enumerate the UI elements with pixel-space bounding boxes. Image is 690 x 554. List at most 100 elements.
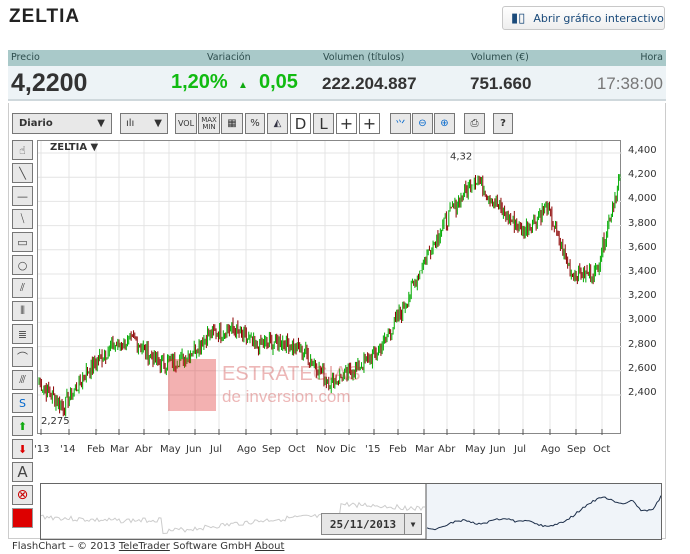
y-tick-label: 4,400: [628, 145, 657, 156]
d-button[interactable]: D: [290, 113, 311, 134]
zoom-out-button[interactable]: ⊖: [412, 113, 433, 134]
y-tick-label: 2,800: [628, 338, 657, 350]
fibonacci-horizontal-tool[interactable]: ≣: [12, 324, 33, 344]
teletrader-link[interactable]: TeleTrader: [119, 541, 170, 552]
hdr-hora: Hora: [640, 52, 663, 63]
crosshair-l-button[interactable]: +: [359, 113, 380, 134]
x-tick-label: Abr: [438, 444, 456, 455]
circle-icon: ○: [17, 258, 28, 272]
color-picker[interactable]: [12, 508, 33, 528]
zoom-in-button[interactable]: ⊕: [434, 113, 455, 134]
text-tool[interactable]: A: [12, 462, 33, 482]
x-tick-label: Feb: [87, 444, 105, 455]
maxmin-button[interactable]: MAX MIN: [198, 113, 220, 134]
add-indicator-button[interactable]: ⺍: [390, 113, 411, 134]
x-tick-label: Dic: [340, 444, 356, 455]
volume-eur: 751.660: [470, 74, 532, 93]
printer-icon: ⎙: [470, 118, 479, 129]
delete-tool[interactable]: ⊗: [12, 485, 33, 505]
y-tick-label: 3,200: [628, 290, 657, 302]
fan-tool[interactable]: ⫽: [12, 278, 33, 298]
buy-arrow-tool[interactable]: ⬆: [12, 416, 33, 436]
x-tick-label: Abr: [135, 444, 153, 455]
parallel-tool[interactable]: ⫻: [12, 370, 33, 390]
x-tick-label: Mar: [110, 444, 129, 455]
dropdown-icon: ▼: [154, 118, 162, 129]
hand-tool[interactable]: ☝: [12, 140, 33, 160]
dropdown-icon: ▼: [97, 118, 105, 129]
s-icon: S: [19, 396, 26, 410]
area-button[interactable]: ◭: [267, 113, 288, 134]
chart-type-select[interactable]: ılı ▼: [120, 113, 168, 134]
navigator[interactable]: 25/11/2013 ▼: [40, 483, 662, 540]
open-interactive-chart-button[interactable]: ▮▯ Abrir gráfico interactivo: [502, 6, 665, 30]
hand-icon: ☝: [19, 143, 26, 157]
hdr-vol-eur: Volumen (€): [471, 52, 529, 63]
parallel-icon: ⫻: [19, 373, 26, 386]
candlestick-icon: ▮▯: [511, 10, 526, 26]
horizontal-line-tool[interactable]: —: [12, 186, 33, 206]
x-tick-label: Feb: [389, 444, 407, 455]
x-tick-label: '14: [60, 444, 76, 455]
hdr-variacion: Variación: [207, 52, 251, 63]
grid-button[interactable]: ▦: [221, 113, 243, 134]
y-tick-label: 2,600: [628, 362, 657, 374]
volume-button[interactable]: VOL: [175, 113, 197, 134]
indicator-icon: ⺍: [395, 120, 406, 131]
line-tool[interactable]: ╲: [12, 163, 33, 183]
about-link[interactable]: About: [255, 541, 285, 552]
print-button[interactable]: ⎙: [464, 113, 485, 134]
x-tick-label: Nov: [316, 444, 336, 455]
watermark-logo: [168, 359, 216, 411]
footer: FlashChart – © 2013 TeleTrader Software …: [12, 541, 284, 552]
zoom-out-icon: ⊖: [418, 118, 427, 129]
change-pct: 1,20%: [171, 71, 228, 93]
channel-icon: ⧹: [20, 212, 25, 225]
regression-tool[interactable]: S: [12, 393, 33, 413]
navigator-selection: [426, 484, 661, 539]
navigator-date-select[interactable]: 25/11/2013 ▼: [321, 513, 422, 535]
period-value: Diario: [19, 118, 53, 129]
volume-shares: 222.204.887: [322, 74, 417, 93]
dropdown-icon: ▼: [410, 519, 416, 529]
x-tick-label: Ago: [541, 444, 561, 455]
x-tick-label: '15: [365, 444, 381, 455]
x-tick-label: Sep: [262, 444, 281, 455]
price: 4,2200: [11, 69, 88, 97]
x-tick-label: Mar: [415, 444, 434, 455]
x-tick-label: Jul: [210, 444, 223, 455]
fibonacci-vertical-tool[interactable]: ⦀: [12, 301, 33, 321]
arc-tool[interactable]: ⌒: [12, 347, 33, 367]
percent-button[interactable]: %: [245, 113, 265, 134]
x-tick-label: Ago: [237, 444, 257, 455]
watermark-text: ESTRATEGIAS de inversion.com: [222, 362, 361, 406]
sell-arrow-tool[interactable]: ⬇: [12, 439, 33, 459]
x-tick-label: Jun: [186, 444, 202, 455]
y-tick-label: 3,000: [628, 314, 657, 326]
hdr-vol-titulos: Volumen (títulos): [323, 52, 405, 63]
price-chart[interactable]: 4,32 2,275 ZELTIA ▼ ESTRATEGIAS de inversi…: [37, 140, 622, 435]
footer-company: Software GmbH: [173, 541, 252, 552]
navigator-date: 25/11/2013: [322, 514, 405, 534]
help-button[interactable]: ?: [493, 113, 513, 134]
up-arrow-icon: ▲: [238, 80, 248, 91]
chart-symbol-menu[interactable]: ZELTIA ▼: [50, 142, 98, 153]
l-button[interactable]: L: [313, 113, 334, 134]
watermark: ESTRATEGIAS de inversion.com: [168, 359, 372, 411]
rectangle-tool[interactable]: ▭: [12, 232, 33, 252]
fan-icon: ⫽: [20, 281, 25, 294]
up-arrow-icon: ⬆: [17, 419, 28, 433]
x-tick-label: Oct: [288, 444, 306, 455]
rectangle-icon: ▭: [17, 235, 28, 249]
period-select[interactable]: Diario ▼: [12, 113, 112, 134]
diagonal-line-icon: ╲: [19, 166, 26, 180]
crosshair-icon: +: [339, 114, 354, 133]
arc-icon: ⌒: [17, 351, 28, 364]
channel-tool[interactable]: ⧹: [12, 209, 33, 229]
quote-header: Precio Variación Volumen (títulos) Volum…: [8, 50, 666, 66]
grid-icon: ▦: [227, 118, 237, 129]
circle-tool[interactable]: ○: [12, 255, 33, 275]
y-tick-label: 4,000: [628, 193, 657, 205]
delete-icon: ⊗: [16, 487, 29, 503]
crosshair-button[interactable]: +: [336, 113, 357, 134]
